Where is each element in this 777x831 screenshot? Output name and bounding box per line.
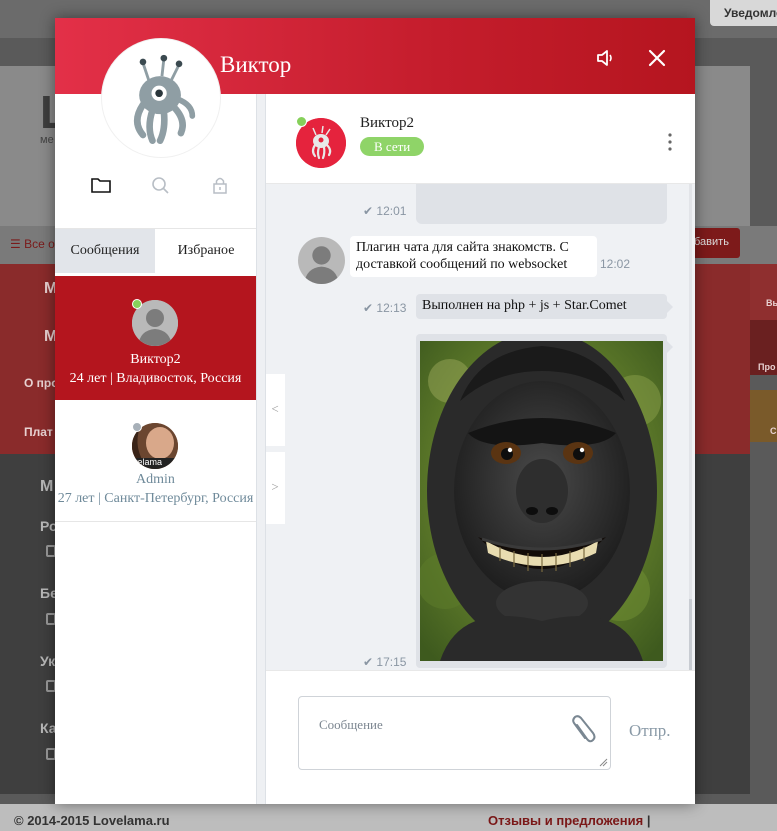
- message-bubble-out: [416, 184, 667, 224]
- bg-dark-item: М: [40, 478, 54, 495]
- chat-contact-name: Виктор2: [360, 115, 414, 131]
- prev-arrow-button[interactable]: <: [266, 374, 285, 446]
- message-time: 12:02: [600, 257, 631, 271]
- message-time: ✔ 12:13: [363, 301, 407, 315]
- more-options-button[interactable]: [667, 132, 673, 152]
- bg-side-label: Вы: [766, 298, 777, 308]
- close-icon: [648, 49, 666, 67]
- lock-icon: [213, 177, 227, 194]
- chat-header: Виктор2 В сети: [266, 94, 695, 184]
- bubble-tail: [667, 341, 673, 353]
- more-vertical-icon: [668, 133, 672, 151]
- bg-all-label: Все о: [24, 237, 55, 251]
- online-indicator: [132, 299, 142, 309]
- message-tabs: Сообщения Избраное: [55, 228, 256, 273]
- folder-button[interactable]: [90, 174, 112, 196]
- panel-divider: [256, 94, 266, 804]
- monkey-photo-image: [420, 341, 663, 661]
- contact-name: Admin: [136, 472, 175, 487]
- notifications-button[interactable]: Уведомления: [710, 0, 777, 26]
- bg-red-item: Плат: [24, 425, 53, 439]
- feedback-separator: |: [646, 813, 651, 828]
- next-arrow-button[interactable]: >: [266, 452, 285, 524]
- copyright: © 2014-2015 Lovelama.ru: [14, 813, 170, 828]
- search-icon: [152, 177, 169, 194]
- tab-messages[interactable]: Сообщения: [55, 229, 155, 273]
- tab-favorites[interactable]: Избраное: [156, 229, 256, 273]
- paperclip-icon: [572, 715, 596, 743]
- bg-dark-item: Ук: [40, 653, 56, 669]
- message-bubble-in: Плагин чата для сайта знакомств. С доста…: [350, 236, 597, 277]
- contact-name: Виктор2: [130, 352, 181, 367]
- feedback-label: Отзывы и предложения: [488, 813, 644, 828]
- bg-side-label: С: [770, 426, 777, 436]
- bg-all-link[interactable]: ☰ Все о: [10, 237, 55, 251]
- message-time: ✔ 12:01: [363, 204, 407, 218]
- left-panel: Сообщения Избраное Виктор2 24 лет | Влад…: [55, 94, 256, 804]
- resize-grip-icon[interactable]: [598, 757, 608, 767]
- feedback-link[interactable]: Отзывы и предложения |: [488, 813, 650, 828]
- scrollbar-track[interactable]: [689, 184, 692, 670]
- offline-indicator: [132, 422, 142, 432]
- message-placeholder: Сообщение: [319, 717, 383, 732]
- bg-side-tab: [750, 264, 777, 320]
- contact-info: 27 лет | Санкт-Петербург, Россия: [57, 491, 254, 506]
- bubble-tail: [667, 301, 673, 313]
- sound-button[interactable]: [593, 46, 617, 70]
- search-button[interactable]: [149, 174, 171, 196]
- message-bubble-out: Выполнен на php + js + Star.Comet: [416, 294, 667, 319]
- bg-logo-sub: ме: [40, 134, 54, 146]
- compose-area: Сообщение Отпр.: [266, 670, 695, 804]
- bg-red-item: О про: [24, 376, 59, 390]
- lock-button[interactable]: [209, 174, 231, 196]
- contact-info: 24 лет | Владивосток, Россия: [69, 371, 242, 386]
- status-badge: В сети: [360, 137, 425, 156]
- left-toolbar: [55, 174, 256, 204]
- alien-mascot-icon: [105, 42, 217, 154]
- message-time-value: 12:01: [376, 204, 407, 218]
- message-time-value: 17:15: [376, 655, 407, 669]
- sender-avatar: [298, 237, 345, 284]
- message-input[interactable]: Сообщение: [298, 696, 611, 770]
- contact-item-viktor2[interactable]: Виктор2 24 лет | Владивосток, Россия: [55, 276, 256, 400]
- send-button[interactable]: Отпр.: [629, 721, 671, 741]
- close-button[interactable]: [645, 46, 669, 70]
- message-time-value: 12:13: [376, 301, 407, 315]
- scrollbar-thumb[interactable]: [689, 599, 692, 670]
- speaker-icon: [597, 50, 612, 66]
- contact-item-admin[interactable]: velama Admin 27 лет | Санкт-Петербург, Р…: [55, 400, 256, 522]
- folder-icon: [91, 178, 111, 193]
- message-time: ✔ 17:15: [363, 655, 407, 669]
- attach-button[interactable]: [568, 715, 598, 747]
- user-avatar[interactable]: [102, 39, 220, 157]
- avatar-watermark: velama: [133, 457, 163, 467]
- chat-modal: Виктор Сообщения Избраное Виктор2 24 лет…: [55, 18, 695, 804]
- chat-panel: Виктор2 В сети ✔ 12:01 Плагин чата для с…: [266, 94, 695, 804]
- modal-title: Виктор: [220, 52, 292, 77]
- message-list[interactable]: ✔ 12:01 Плагин чата для сайта знакомств.…: [266, 184, 695, 670]
- message-image[interactable]: [420, 341, 663, 661]
- online-indicator: [296, 116, 307, 127]
- bg-side-label: Про: [758, 362, 776, 372]
